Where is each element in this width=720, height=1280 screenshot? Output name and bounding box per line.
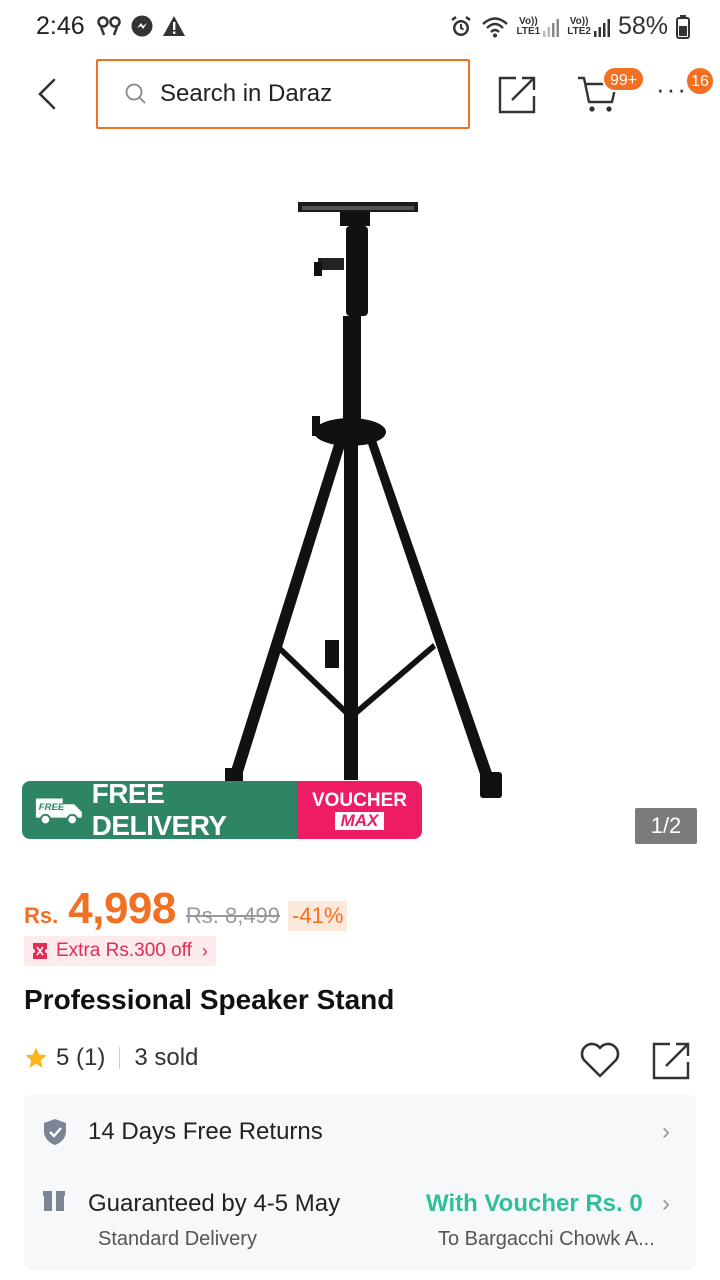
battery-icon xyxy=(676,14,690,39)
sim1-label-top: Vo)) xyxy=(519,15,538,27)
signal-bars-icon xyxy=(543,18,560,37)
wifi-icon xyxy=(481,16,508,37)
messenger-icon xyxy=(131,15,153,37)
cart-count-badge: 99+ xyxy=(602,66,646,92)
sim1-label-bottom: LTE1 xyxy=(516,25,541,37)
search-input[interactable]: Search in Daraz xyxy=(96,59,470,129)
status-bar: 2:46 Vo)) LTE1 Vo)) LTE2 58% xyxy=(0,0,720,52)
status-time: 2:46 xyxy=(36,12,85,40)
rating-value: 5 (1) xyxy=(56,1044,106,1071)
infinity-link-icon xyxy=(97,16,121,36)
delivery-row[interactable]: Guaranteed by 4-5 May Standard Delivery … xyxy=(24,1168,696,1270)
price-original: Rs. 8,499 xyxy=(185,903,281,928)
price-current: 4,998 xyxy=(68,884,176,933)
sold-count: 3 sold xyxy=(134,1044,199,1071)
chevron-right-icon: › xyxy=(662,1118,670,1145)
discount-badge: -41% xyxy=(288,901,348,931)
share-icon[interactable] xyxy=(650,1038,694,1082)
extra-off-voucher[interactable]: Extra Rs.300 off › xyxy=(24,936,216,966)
status-notification-icons xyxy=(96,14,186,38)
price-row: Rs. 4,998 Rs. 8,499 -41% xyxy=(24,884,348,934)
delivery-location: To Bargacchi Chowk A... xyxy=(438,1228,655,1250)
warning-icon xyxy=(163,16,185,36)
image-page-indicator: 1/2 xyxy=(635,808,697,844)
delivery-type: Standard Delivery xyxy=(98,1228,257,1250)
sim2-label-bottom: LTE2 xyxy=(567,25,591,37)
signal-bars-icon xyxy=(593,18,610,37)
wishlist-heart-icon[interactable] xyxy=(578,1038,622,1082)
notification-count-badge: 16 xyxy=(685,66,715,96)
sim2-indicator: Vo)) LTE2 xyxy=(567,15,610,37)
search-icon xyxy=(125,83,146,104)
product-image-carousel[interactable] xyxy=(0,140,720,840)
delivery-guarantee: Guaranteed by 4-5 May xyxy=(88,1190,341,1217)
star-icon xyxy=(25,1047,47,1068)
back-arrow-icon[interactable] xyxy=(30,76,66,112)
status-right-icons: Vo)) LTE1 Vo)) LTE2 58% xyxy=(449,12,690,41)
shield-check-icon xyxy=(44,1119,66,1145)
returns-row[interactable]: 14 Days Free Returns › xyxy=(24,1094,696,1168)
extra-off-label: Extra Rs.300 off xyxy=(56,940,192,961)
speaker-stand-image xyxy=(225,202,502,798)
returns-label: 14 Days Free Returns xyxy=(88,1118,323,1145)
rating-row[interactable]: 5 (1) 3 sold xyxy=(24,1044,198,1072)
free-delivery-badge: FREE FREE DELIVERY xyxy=(22,781,297,839)
chevron-right-icon: › xyxy=(662,1190,670,1217)
battery-percentage: 58% xyxy=(617,12,668,40)
search-placeholder: Search in Daraz xyxy=(160,80,333,107)
top-navigation-bar: Search in Daraz 99+ ··· 16 xyxy=(0,52,720,138)
divider xyxy=(119,1047,121,1069)
voucher-ticket-icon xyxy=(33,943,47,959)
service-info-card: 14 Days Free Returns › Guaranteed by 4-5… xyxy=(24,1094,696,1270)
delivery-truck-icon: FREE xyxy=(35,798,82,826)
promo-banner: FREE FREE DELIVERY VOUCHER MAX xyxy=(22,781,422,839)
more-options-icon[interactable]: ··· xyxy=(656,74,688,114)
price-currency: Rs. xyxy=(24,903,59,928)
free-delivery-label: FREE DELIVERY xyxy=(91,781,228,839)
package-icon xyxy=(43,1191,65,1211)
alarm-icon xyxy=(450,15,471,36)
voucher-delivery-fee: With Voucher Rs. 0 xyxy=(426,1190,643,1217)
product-title: Professional Speaker Stand xyxy=(24,984,395,1015)
voucher-label: VOUCHER xyxy=(311,789,407,811)
sim1-indicator: Vo)) LTE1 xyxy=(516,15,560,37)
free-badge-text: FREE xyxy=(39,802,65,813)
sim2-label-top: Vo)) xyxy=(569,15,589,27)
share-icon[interactable] xyxy=(496,72,540,116)
chevron-right-icon: › xyxy=(201,940,208,961)
voucher-max-label: MAX xyxy=(334,811,385,830)
voucher-max-badge: VOUCHER MAX xyxy=(297,781,422,839)
